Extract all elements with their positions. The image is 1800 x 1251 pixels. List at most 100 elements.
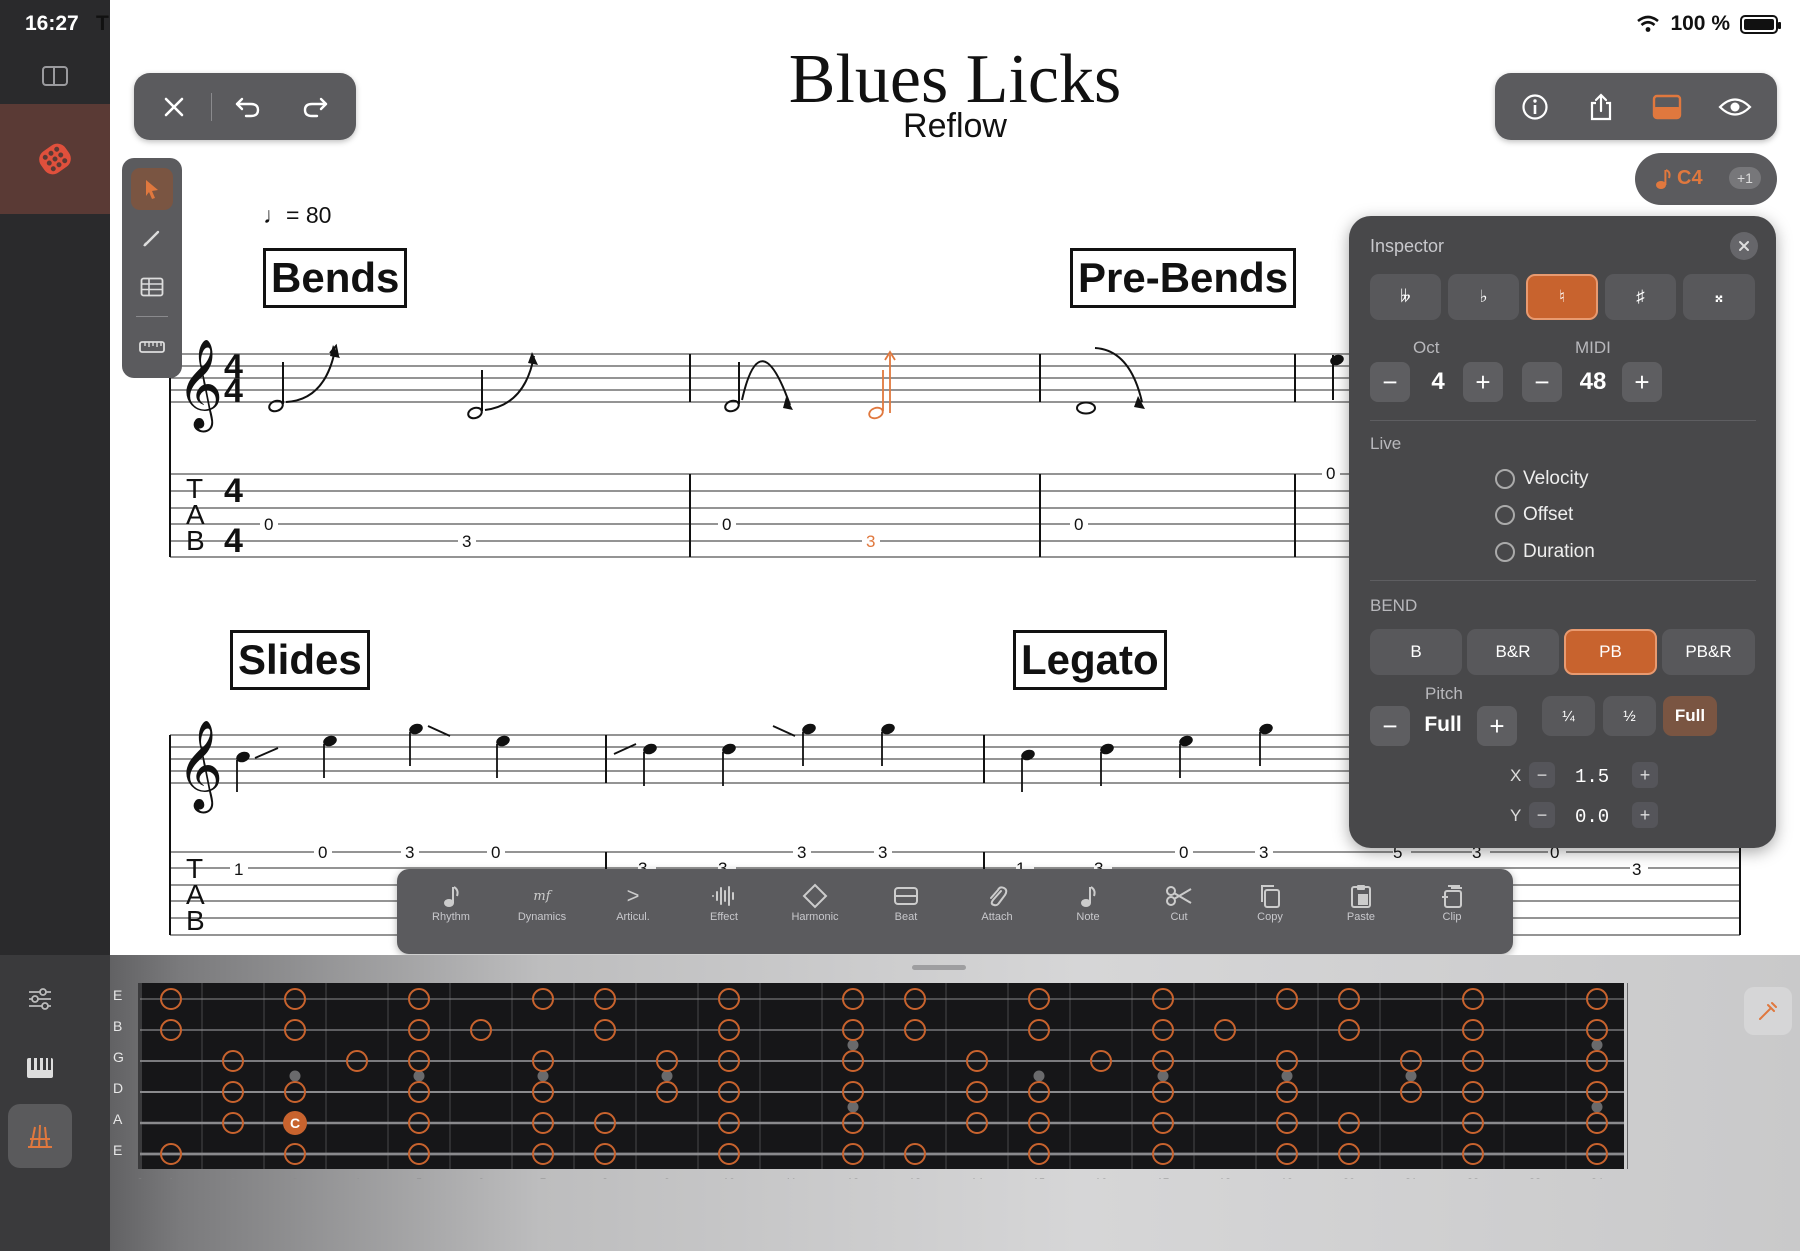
paste-button[interactable]: Paste xyxy=(1321,881,1401,923)
toolbar-label: Effect xyxy=(710,911,738,923)
ruler-tool[interactable] xyxy=(131,326,173,368)
fret-number: 0 xyxy=(138,1177,143,1179)
piano-button[interactable] xyxy=(8,1036,72,1100)
tab-number: 0 xyxy=(722,515,731,534)
harmonic-button[interactable]: Harmonic xyxy=(775,881,855,923)
fret-number: 2 xyxy=(230,1177,236,1179)
option-label: Duration xyxy=(1523,541,1595,562)
fret-number: 10 xyxy=(723,1177,735,1179)
string-label: A xyxy=(113,1111,123,1127)
pointer-icon xyxy=(146,180,158,199)
fret-number: 18 xyxy=(1219,1177,1231,1179)
effect-button[interactable]: Effect xyxy=(684,881,764,923)
string-label: E xyxy=(113,1142,123,1158)
bend-type-b[interactable]: B xyxy=(1370,629,1462,675)
fret-number: 7 xyxy=(540,1177,546,1179)
accidental-sharp[interactable]: ♯ xyxy=(1605,274,1676,320)
bend-type-pbr[interactable]: PB&R xyxy=(1662,629,1755,675)
dynamics-icon: mf xyxy=(533,888,551,904)
table-tool[interactable] xyxy=(131,266,173,308)
clip-button[interactable]: Clip xyxy=(1412,881,1492,923)
tab-number: 3 xyxy=(462,532,471,551)
section-label[interactable]: Slides xyxy=(230,630,370,690)
fretboard-icon xyxy=(28,1124,52,1148)
note-button[interactable]: Note xyxy=(1048,881,1128,923)
tab-number: 0 xyxy=(1179,843,1188,862)
mixer-button[interactable] xyxy=(8,967,72,1031)
tab-number: 0 xyxy=(318,843,327,862)
table-icon xyxy=(140,277,164,297)
panel-resize-handle[interactable] xyxy=(912,965,966,970)
pointer-tool[interactable] xyxy=(131,168,173,210)
octave-label: Oct xyxy=(1413,338,1440,357)
midi-label: MIDI xyxy=(1575,338,1611,357)
articulation-button[interactable]: > Articul. xyxy=(593,881,673,923)
toolbar-label: Note xyxy=(1076,911,1100,923)
fretboard-button[interactable] xyxy=(8,1104,72,1168)
bend-type-pb[interactable]: PB xyxy=(1564,629,1657,675)
rhythm-button[interactable]: Rhythm xyxy=(411,881,491,923)
pencil-tool[interactable] xyxy=(131,217,173,259)
section-label[interactable]: Pre-Bends xyxy=(1070,248,1297,308)
live-velocity-option[interactable]: Velocity xyxy=(1495,468,1588,490)
tab-number: 3 xyxy=(878,843,887,862)
fret-number: 22 xyxy=(1467,1177,1479,1179)
toolbar-label: Rhythm xyxy=(432,911,470,923)
waveform-icon xyxy=(712,886,734,906)
x-offset-value: 1.5 xyxy=(1575,766,1610,788)
piano-icon xyxy=(27,1058,53,1078)
toolbar-label: Dynamics xyxy=(517,911,567,923)
fret-number: 17 xyxy=(1157,1177,1169,1179)
pitch-value: Full xyxy=(1424,713,1462,736)
fret-number: 1 xyxy=(168,1177,174,1179)
dynamics-button[interactable]: mf Dynamics xyxy=(502,881,582,924)
accidental-double-sharp[interactable]: 𝄪 xyxy=(1683,274,1755,320)
inspector-close-button[interactable] xyxy=(1730,232,1758,260)
mixer-icon xyxy=(29,988,51,1010)
midi-increment-button[interactable]: + xyxy=(1622,362,1662,402)
fret-number: 14 xyxy=(971,1177,983,1179)
fret-number: 24 xyxy=(1591,1177,1603,1179)
note-icon xyxy=(1081,886,1096,907)
close-icon xyxy=(1739,241,1749,251)
live-offset-option[interactable]: Offset xyxy=(1495,504,1573,526)
copy-button[interactable]: Copy xyxy=(1230,881,1310,923)
live-duration-option[interactable]: Duration xyxy=(1495,541,1595,563)
section-label[interactable]: Legato xyxy=(1013,630,1167,690)
pitch-decrement-button[interactable]: − xyxy=(1370,706,1410,746)
pitch-preset-quarter[interactable]: ¼ xyxy=(1542,696,1595,736)
octave-increment-button[interactable]: + xyxy=(1463,362,1503,402)
string-label: B xyxy=(113,1018,123,1034)
inspector-title: Inspector xyxy=(1370,236,1445,256)
attach-button[interactable]: Attach xyxy=(957,881,1037,923)
tab-number: 0 xyxy=(1074,515,1083,534)
svg-text:B: B xyxy=(186,525,205,556)
fret-number: 16 xyxy=(1095,1177,1107,1179)
pitch-increment-button[interactable]: + xyxy=(1477,706,1517,746)
cut-button[interactable]: Cut xyxy=(1139,881,1219,923)
inlay-dot xyxy=(847,1039,859,1051)
x-decrement-button[interactable]: − xyxy=(1529,762,1555,788)
string-label: G xyxy=(113,1049,124,1065)
pitch-preset-full[interactable]: Full xyxy=(1663,696,1717,736)
pick-button[interactable] xyxy=(1744,987,1792,1035)
tab-number: 3 xyxy=(1632,860,1641,879)
y-increment-button[interactable]: + xyxy=(1632,802,1658,828)
accidental-natural[interactable]: ♮ xyxy=(1526,274,1598,320)
pitch-preset-half[interactable]: ½ xyxy=(1603,696,1656,736)
fret-number: 8 xyxy=(602,1177,608,1179)
string-label: D xyxy=(113,1080,124,1096)
section-label[interactable]: Bends xyxy=(263,248,408,308)
copy-icon xyxy=(1261,885,1280,908)
accidental-flat[interactable]: ♭ xyxy=(1448,274,1519,320)
fretboard[interactable]: C012345678910111213141516171819202122232… xyxy=(138,979,1628,1179)
beat-button[interactable]: Beat xyxy=(866,881,946,923)
midi-decrement-button[interactable]: − xyxy=(1522,362,1562,402)
octave-decrement-button[interactable]: − xyxy=(1370,362,1410,402)
toolbar-label: Clip xyxy=(1442,911,1462,923)
accidental-double-flat[interactable]: 𝄫 xyxy=(1370,274,1441,320)
bend-type-br[interactable]: B&R xyxy=(1467,629,1559,675)
y-decrement-button[interactable]: − xyxy=(1529,802,1555,828)
inlay-dot xyxy=(847,1101,859,1113)
x-increment-button[interactable]: + xyxy=(1632,762,1658,788)
